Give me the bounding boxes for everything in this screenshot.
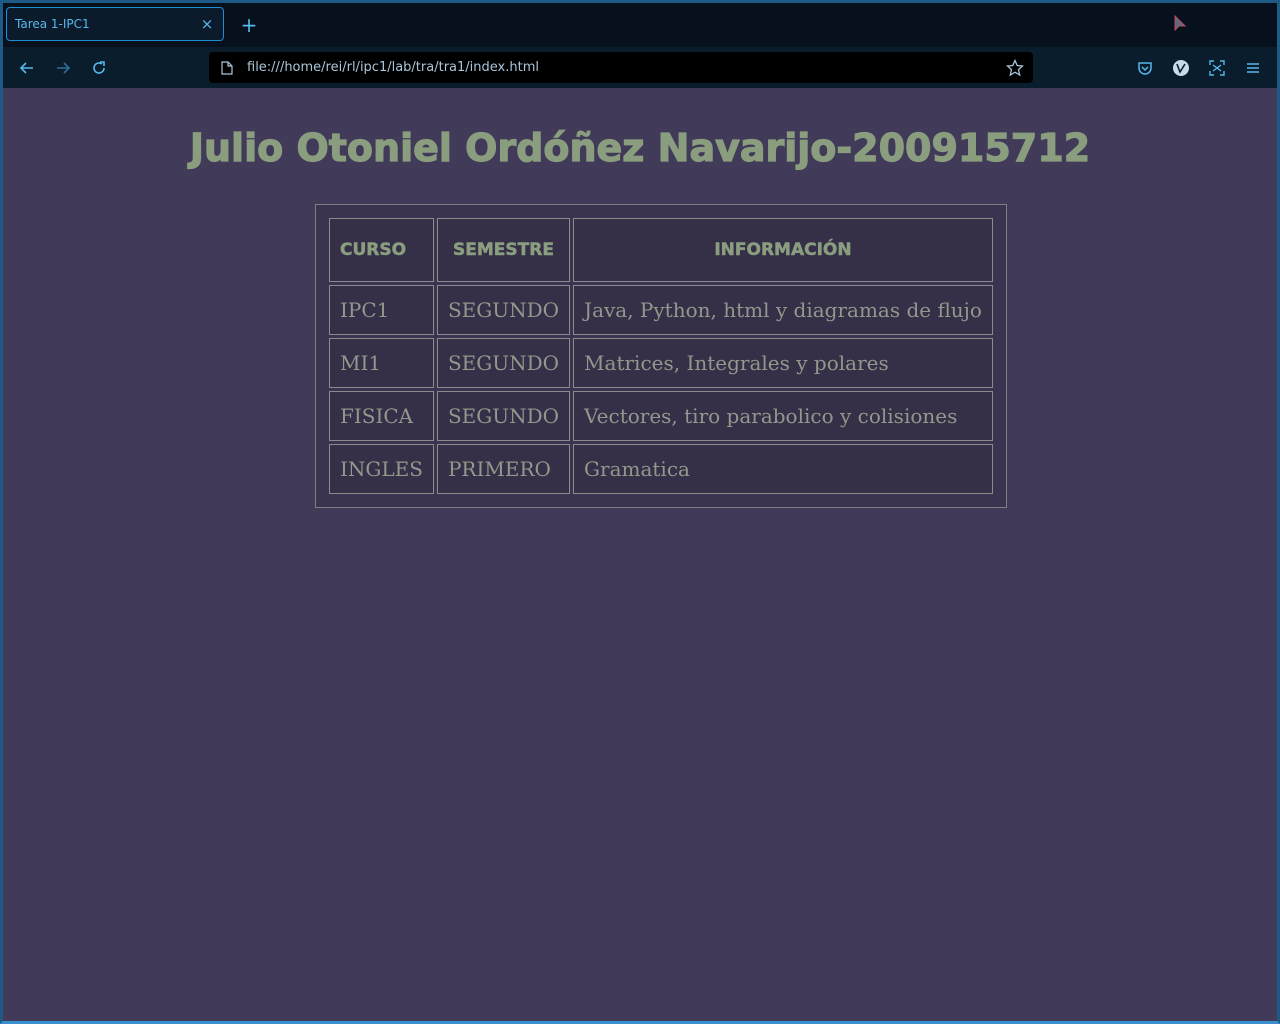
courses-table: CURSO SEMESTRE INFORMACIÓN IPC1 SEGUNDO …	[315, 204, 1007, 508]
page-content: Julio Otoniel Ordóñez Navarijo-200915712…	[3, 88, 1277, 1021]
cell-curso: FISICA	[329, 391, 434, 441]
tab-close-icon[interactable]: ×	[197, 15, 217, 33]
column-header-semestre: SEMESTRE	[436, 218, 571, 282]
cell-informacion: Java, Python, html y diagramas de flujo	[573, 285, 993, 335]
cell-informacion: Gramatica	[573, 444, 993, 494]
cell-informacion: Matrices, Integrales y polares	[573, 338, 993, 388]
back-icon[interactable]	[15, 56, 39, 80]
table-row: INGLES PRIMERO Gramatica	[329, 444, 993, 494]
mouse-cursor-icon	[1174, 15, 1187, 32]
tab-bar: Tarea 1-IPC1 × +	[3, 3, 1277, 47]
cell-curso: MI1	[329, 338, 434, 388]
column-header-curso: CURSO	[329, 218, 434, 282]
reload-icon[interactable]	[87, 56, 111, 80]
navigation-toolbar: file:///home/rei/rl/ipc1/lab/tra/tra1/in…	[3, 47, 1277, 88]
cell-curso: INGLES	[329, 444, 434, 494]
extension-icon[interactable]	[1169, 56, 1193, 80]
forward-icon[interactable]	[51, 56, 75, 80]
cell-informacion: Vectores, tiro parabolico y colisiones	[573, 391, 993, 441]
new-tab-icon[interactable]: +	[239, 13, 259, 37]
table-row: MI1 SEGUNDO Matrices, Integrales y polar…	[329, 338, 993, 388]
cell-semestre: SEGUNDO	[436, 285, 571, 335]
menu-icon[interactable]	[1241, 56, 1265, 80]
table-row: FISICA SEGUNDO Vectores, tiro parabolico…	[329, 391, 993, 441]
cell-semestre: PRIMERO	[436, 444, 571, 494]
tab-title: Tarea 1-IPC1	[15, 17, 90, 31]
bookmark-star-icon[interactable]	[1005, 58, 1025, 78]
pocket-icon[interactable]	[1133, 56, 1157, 80]
tab-active[interactable]: Tarea 1-IPC1 ×	[6, 7, 224, 41]
page-icon	[219, 60, 235, 76]
table-row: IPC1 SEGUNDO Java, Python, html y diagra…	[329, 285, 993, 335]
cell-semestre: SEGUNDO	[436, 338, 571, 388]
cell-curso: IPC1	[329, 285, 434, 335]
screenshot-icon[interactable]	[1205, 56, 1229, 80]
column-header-informacion: INFORMACIÓN	[573, 218, 993, 282]
url-bar[interactable]: file:///home/rei/rl/ipc1/lab/tra/tra1/in…	[209, 52, 1033, 83]
url-text[interactable]: file:///home/rei/rl/ipc1/lab/tra/tra1/in…	[247, 60, 1005, 75]
cell-semestre: SEGUNDO	[436, 391, 571, 441]
table-header-row: CURSO SEMESTRE INFORMACIÓN	[329, 218, 993, 282]
browser-window: Tarea 1-IPC1 × + file:///home/rei/rl/ipc…	[0, 0, 1280, 1024]
page-title: Julio Otoniel Ordóñez Navarijo-200915712	[189, 125, 1091, 170]
